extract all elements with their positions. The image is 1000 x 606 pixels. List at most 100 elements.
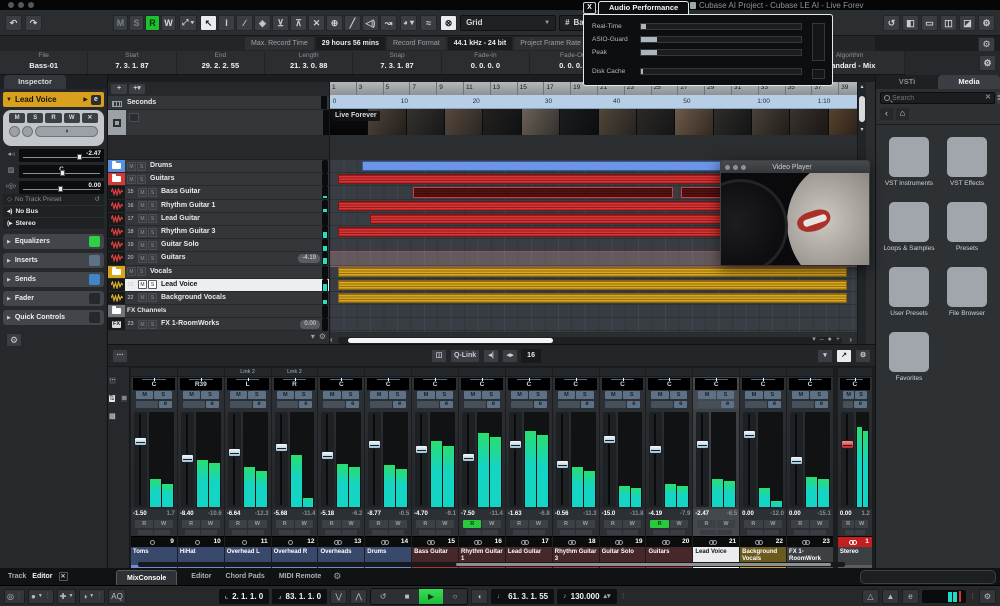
mixer-view-racks-icon[interactable]: ≣ [120,394,128,403]
media-tile[interactable]: VST Effects [939,137,995,188]
track-row[interactable]: FX 15 M S Bass Guitar [108,186,329,199]
channel-next-icon[interactable] [764,530,779,535]
tab-editor-left[interactable]: Editor [32,569,52,584]
peak-value[interactable]: -9.1 [446,509,456,519]
write-automation-button[interactable]: W [342,520,360,528]
audio-quantize-button[interactable]: AQ [108,589,126,604]
read-automation-button[interactable]: R [604,520,622,528]
channel-listen-button[interactable] [792,401,814,408]
mixer-channel-strip[interactable]: C M S e [365,368,411,568]
track-mute-button[interactable]: M [138,241,147,250]
object-selection-tool[interactable]: ↖ [200,15,217,31]
pan-control[interactable]: L [227,378,269,390]
track-row[interactable]: FX 17 M S Lead Guitar [108,213,329,226]
channel-solo-button[interactable]: S [717,391,734,399]
channel-mute-button[interactable]: M [323,391,340,399]
channel-listen-button[interactable] [417,401,439,408]
channel-edit-button[interactable]: e [393,401,406,408]
audio-event[interactable] [338,293,847,303]
pan-control[interactable]: C [414,378,456,390]
channel-mute-button[interactable]: M [605,391,622,399]
snap-point-icon[interactable]: ✚▼ [57,589,77,604]
clear-search-icon[interactable]: ✕ [985,93,991,103]
mixer-channel-strip[interactable]: C M S e [646,368,692,568]
channel-listen-button[interactable] [698,401,720,408]
read-automation-button[interactable]: R [791,520,809,528]
lower-zone-tab[interactable]: MixConsole [116,570,177,585]
channel-listen-button[interactable] [323,401,345,408]
channel-listen-button[interactable] [464,401,486,408]
mixer-channel-strip[interactable]: Link 2 R M S e [272,368,318,568]
track-mute-button[interactable]: M [138,228,147,237]
track-mute-button[interactable]: M [127,162,136,171]
line-tool[interactable]: ╱ [344,15,361,31]
write-automation-button[interactable]: W [154,520,172,528]
metronome-icon[interactable]: △ [862,589,879,604]
channel-mute-button[interactable]: M [417,391,434,399]
channel-edit-button[interactable]: e [440,401,453,408]
channel-mute-button[interactable]: M [651,391,668,399]
gear-icon[interactable]: ⚙ [979,589,996,604]
channel-listen-button[interactable] [370,401,392,408]
track-row[interactable]: FX 19 M S Guitar Solo [108,239,329,252]
mixer-channel-strip[interactable]: C M S e [131,368,177,568]
audio-event[interactable] [338,280,847,290]
channel-prev-icon[interactable] [513,530,528,535]
channel-solo-button[interactable]: S [576,391,593,399]
pan-control[interactable]: C [508,378,550,390]
track-lane[interactable] [330,292,866,305]
scrollbar-thumb[interactable] [348,338,553,343]
info-line-column[interactable]: End 29. 2. 2. 55 [177,51,265,74]
channel-fader[interactable] [841,412,854,507]
read-automation-button[interactable]: R [369,520,387,528]
channel-mute-button[interactable]: M [558,391,575,399]
track-read-button[interactable]: R [45,113,61,123]
channel-mute-button[interactable]: M [136,391,153,399]
info-line-column[interactable]: File Bass-01 [0,51,88,74]
pan-control[interactable]: C [133,378,175,390]
left-locator-field[interactable]: ⌞ 2. 1. 1. 0 [219,589,269,604]
channel-edit-button[interactable]: e [159,401,172,408]
channel-mute-button[interactable]: M [370,391,387,399]
channel-listen-button[interactable] [511,401,533,408]
channel-edit-button[interactable]: e [674,401,687,408]
pan-control[interactable]: C [695,378,737,390]
fader-handle[interactable] [649,445,662,454]
mixer-channel-strip[interactable]: C M S e [412,368,458,568]
channel-listen-button[interactable] [558,401,580,408]
channel-listen-button[interactable] [136,401,158,408]
media-tile[interactable]: VST Instruments [881,137,937,188]
tab-vsti[interactable]: VSTi [876,75,938,89]
collapse-icon[interactable]: ▼ [6,97,12,103]
pan-control[interactable]: C [789,378,831,390]
read-automation-button[interactable]: R [744,520,762,528]
fader-value[interactable]: -4.70 [414,509,428,519]
horizontal-scrollbar[interactable] [338,337,842,344]
home-icon[interactable]: ⌂ [896,108,909,120]
gear-icon[interactable]: ⚙ [979,55,996,71]
fader-value[interactable]: -6.64 [227,509,241,519]
inspector-section[interactable]: ▶ Inserts [3,253,104,268]
video-player-titlebar[interactable]: Video Player [721,161,869,173]
track-mute-button[interactable]: M [138,201,147,210]
grid-type-dropdown[interactable]: Grid▼ [460,15,556,31]
fader-value[interactable]: -8.40 [180,509,194,519]
pan-control[interactable]: R39 [180,378,222,390]
scroll-left-icon[interactable]: ‹ [330,335,333,344]
track-solo-button[interactable]: S [137,175,146,184]
track-solo-button[interactable]: S [148,293,157,302]
record-button[interactable]: ○ [443,589,467,604]
tab-track[interactable]: Track [8,569,26,584]
fader-value[interactable]: -15.0 [602,509,616,519]
quantize-menu-icon[interactable]: ◑▼⋮ [79,589,105,604]
channel-edit-button[interactable]: e [815,401,828,408]
delay-slider[interactable]: 0.00 [19,181,104,194]
scroll-right-icon[interactable]: › [849,335,852,344]
channel-mute-button[interactable]: M [511,391,528,399]
left-zone-toggle[interactable]: ◧ [902,15,919,31]
channel-edit-button[interactable]: e [854,401,867,408]
channel-mute-button[interactable]: M [277,391,294,399]
fader-handle[interactable] [462,453,475,462]
gear-icon[interactable]: ⚙ [333,569,341,584]
media-tile[interactable]: Loops & Samples [881,202,937,253]
